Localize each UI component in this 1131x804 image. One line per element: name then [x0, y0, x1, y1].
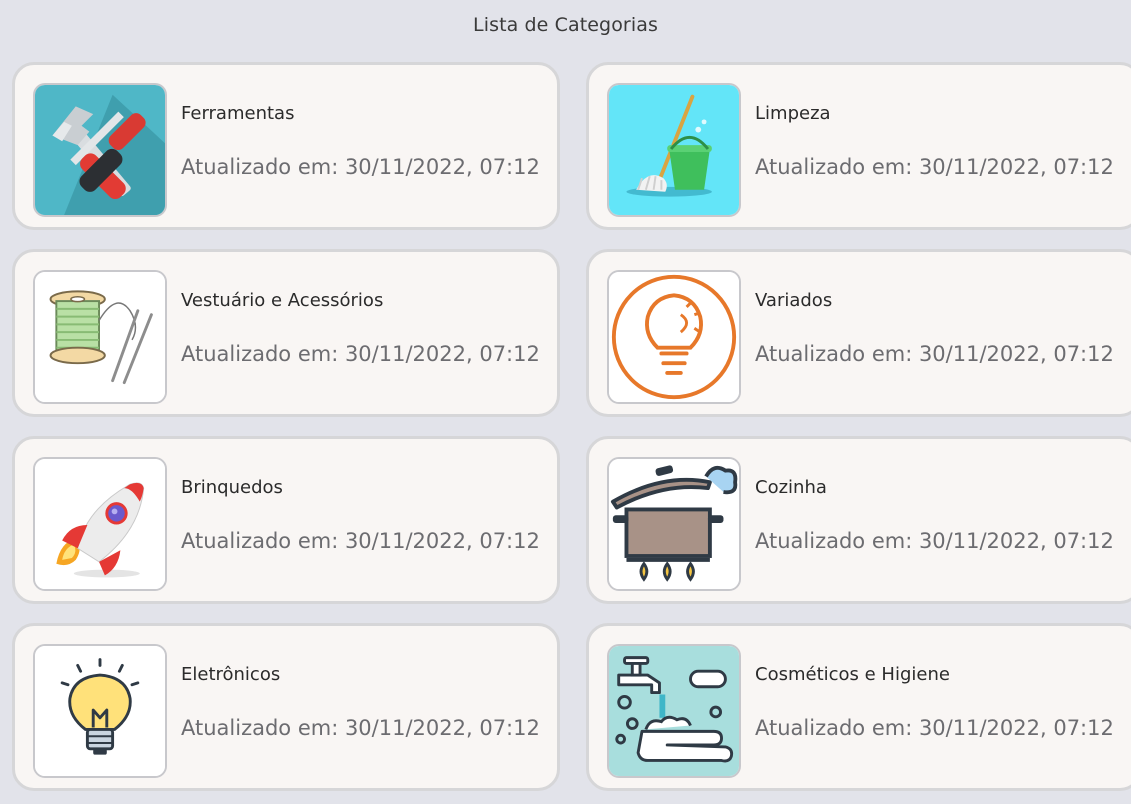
page-title: Lista de Categorias [473, 14, 658, 36]
category-name: Variados [755, 290, 833, 311]
category-updated-date: Atualizado em: 30/11/2022, 07:12 [755, 529, 1114, 553]
cooking-pot-icon [607, 457, 741, 591]
category-card-cozinha[interactable]: Cozinha Atualizado em: 30/11/2022, 07:12 [586, 436, 1131, 604]
lightbulb-gear-icon [607, 270, 741, 404]
category-name: Cosméticos e Higiene [755, 664, 950, 685]
lightbulb-icon [33, 644, 167, 778]
category-name: Limpeza [755, 103, 831, 124]
category-card-eletronicos[interactable]: Eletrônicos Atualizado em: 30/11/2022, 0… [12, 623, 560, 791]
category-name: Ferramentas [181, 103, 295, 124]
category-updated-date: Atualizado em: 30/11/2022, 07:12 [755, 155, 1114, 179]
category-name: Cozinha [755, 477, 827, 498]
mop-bucket-icon [607, 83, 741, 217]
category-card-variados[interactable]: Variados Atualizado em: 30/11/2022, 07:1… [586, 249, 1131, 417]
category-name: Vestuário e Acessórios [181, 290, 384, 311]
category-updated-date: Atualizado em: 30/11/2022, 07:12 [181, 529, 540, 553]
category-card-vestuario-e-acessorios[interactable]: Vestuário e Acessórios Atualizado em: 30… [12, 249, 560, 417]
category-name: Brinquedos [181, 477, 283, 498]
category-card-brinquedos[interactable]: Brinquedos Atualizado em: 30/11/2022, 07… [12, 436, 560, 604]
category-updated-date: Atualizado em: 30/11/2022, 07:12 [755, 716, 1114, 740]
category-updated-date: Atualizado em: 30/11/2022, 07:12 [181, 342, 540, 366]
category-card-ferramentas[interactable]: Ferramentas Atualizado em: 30/11/2022, 0… [12, 62, 560, 230]
category-updated-date: Atualizado em: 30/11/2022, 07:12 [755, 342, 1114, 366]
category-updated-date: Atualizado em: 30/11/2022, 07:12 [181, 716, 540, 740]
hand-washing-icon [607, 644, 741, 778]
thread-needles-icon [33, 270, 167, 404]
category-name: Eletrônicos [181, 664, 281, 685]
category-updated-date: Atualizado em: 30/11/2022, 07:12 [181, 155, 540, 179]
hammer-screwdriver-icon [33, 83, 167, 217]
category-card-cosmeticos-e-higiene[interactable]: Cosméticos e Higiene Atualizado em: 30/1… [586, 623, 1131, 791]
category-card-limpeza[interactable]: Limpeza Atualizado em: 30/11/2022, 07:12 [586, 62, 1131, 230]
rocket-icon [33, 457, 167, 591]
